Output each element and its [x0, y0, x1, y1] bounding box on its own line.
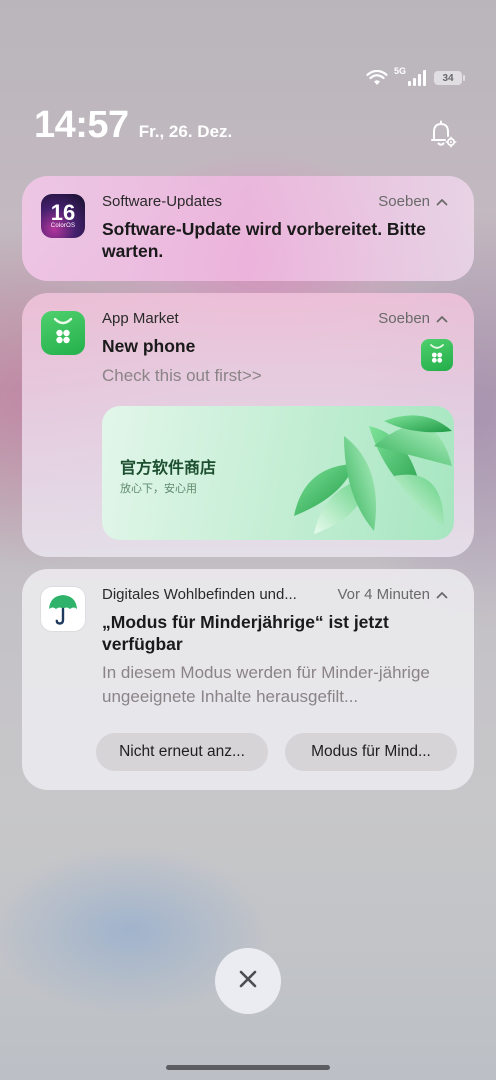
close-icon — [237, 968, 259, 995]
notification-software-update[interactable]: 16 ColorOS Software-Updates Soeben Softw… — [22, 176, 474, 281]
minor-mode-button[interactable]: Modus für Mind... — [285, 733, 457, 771]
notification-time-text: Vor 4 Minuten — [337, 586, 430, 603]
bell-settings-icon — [426, 118, 458, 155]
app-market-banner[interactable]: 官方软件商店 放心下，安心用 — [102, 406, 454, 540]
banner-leaves-illustration — [294, 415, 452, 534]
chevron-up-icon[interactable] — [436, 310, 448, 327]
coloros-icon: 16 ColorOS — [41, 194, 85, 238]
notification-title: New phone — [102, 336, 196, 356]
battery-icon: 34 — [434, 71, 465, 85]
notification-text: In diesem Modus werden für Minder-jährig… — [102, 663, 430, 706]
banner-title: 官方软件商店 — [120, 458, 217, 477]
clock-time: 14:57 — [34, 104, 129, 146]
clock-date: Fr., 26. Dez. — [138, 122, 233, 141]
app-market-thumbnail-icon — [421, 339, 453, 371]
notification-app-name: Digitales Wohlbefinden und... — [102, 586, 297, 603]
chevron-up-icon[interactable] — [436, 193, 448, 210]
app-market-icon — [41, 311, 85, 355]
notification-app-name: Software-Updates — [102, 193, 223, 210]
notification-digital-wellbeing[interactable]: Digitales Wohlbefinden und... Vor 4 Minu… — [22, 569, 474, 790]
lockscreen-clock: 14:57 Fr., 26. Dez. — [34, 104, 232, 147]
banner-subtitle: 放心下，安心用 — [120, 482, 197, 495]
clear-all-button[interactable] — [215, 948, 281, 1014]
home-indicator[interactable] — [166, 1065, 330, 1070]
coloros-icon-number: 16 — [50, 199, 76, 225]
notification-text: Check this out first>> — [102, 366, 262, 385]
notification-time: Vor 4 Minuten — [337, 586, 448, 603]
dont-show-again-button[interactable]: Nicht erneut anz... — [96, 733, 268, 771]
notification-settings-button[interactable] — [424, 118, 460, 154]
umbrella-icon — [41, 587, 85, 631]
notification-time: Soeben — [378, 193, 448, 210]
network-type-label: 5G — [393, 66, 406, 76]
status-bar: 5G 34 — [366, 66, 465, 86]
notification-title: „Modus für Minderjährige“ ist jetzt verf… — [102, 612, 389, 654]
notification-time-text: Soeben — [378, 310, 430, 327]
chevron-up-icon[interactable] — [436, 586, 448, 603]
notification-title: Software-Update wird vorbereitet. Bitte … — [102, 219, 426, 261]
coloros-icon-label: ColorOS — [50, 222, 76, 229]
notification-app-market[interactable]: App Market Soeben New phone Check this o… — [22, 293, 474, 557]
signal-icon — [408, 70, 428, 86]
notification-time-text: Soeben — [378, 193, 430, 210]
battery-level: 34 — [442, 72, 454, 84]
wifi-icon — [366, 70, 388, 86]
notification-time: Soeben — [378, 310, 448, 327]
notification-app-name: App Market — [102, 310, 179, 327]
